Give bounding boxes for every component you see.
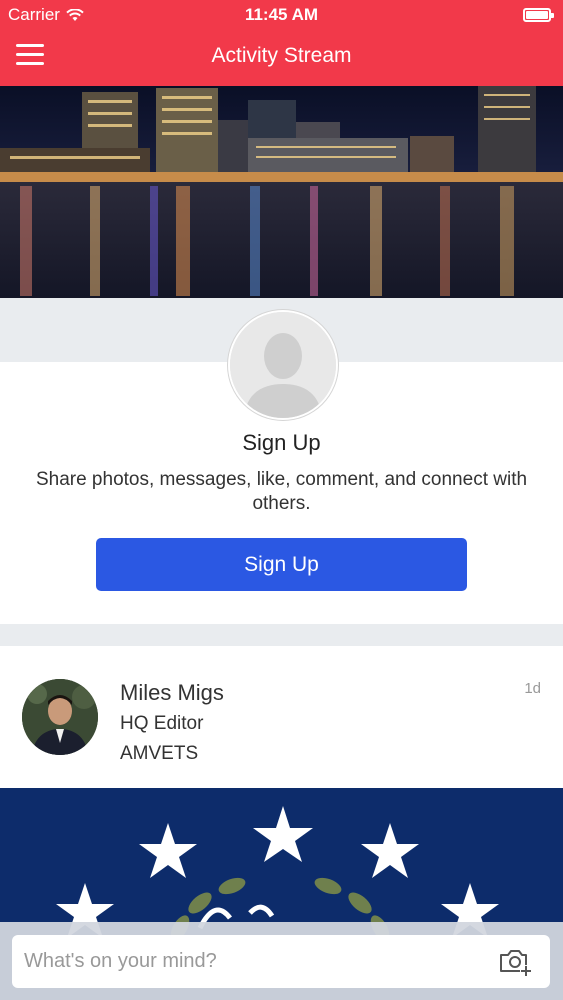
battery-icon — [523, 8, 554, 22]
status-bar: Carrier 11:45 AM — [0, 0, 563, 30]
author-avatar[interactable] — [22, 679, 98, 755]
author-name[interactable]: Miles Migs — [120, 680, 224, 706]
signup-description: Share photos, messages, like, comment, a… — [35, 469, 528, 514]
camera-add-icon[interactable] — [498, 946, 534, 978]
author-role: HQ Editor — [120, 713, 204, 734]
page-title: Activity Stream — [211, 44, 352, 67]
author-organization: AMVETS — [120, 743, 199, 764]
status-input[interactable] — [12, 935, 550, 988]
post-timestamp: 1d — [524, 680, 541, 697]
clock: 11:45 AM — [244, 5, 319, 24]
signup-button[interactable]: Sign Up — [96, 538, 467, 591]
navigation-bar: Activity Stream — [0, 30, 563, 86]
cover-photo — [0, 86, 563, 298]
signup-title: Sign Up — [242, 430, 321, 455]
default-avatar-icon — [228, 310, 338, 420]
top-bar: Carrier 11:45 AM Activity Stream — [0, 0, 563, 86]
